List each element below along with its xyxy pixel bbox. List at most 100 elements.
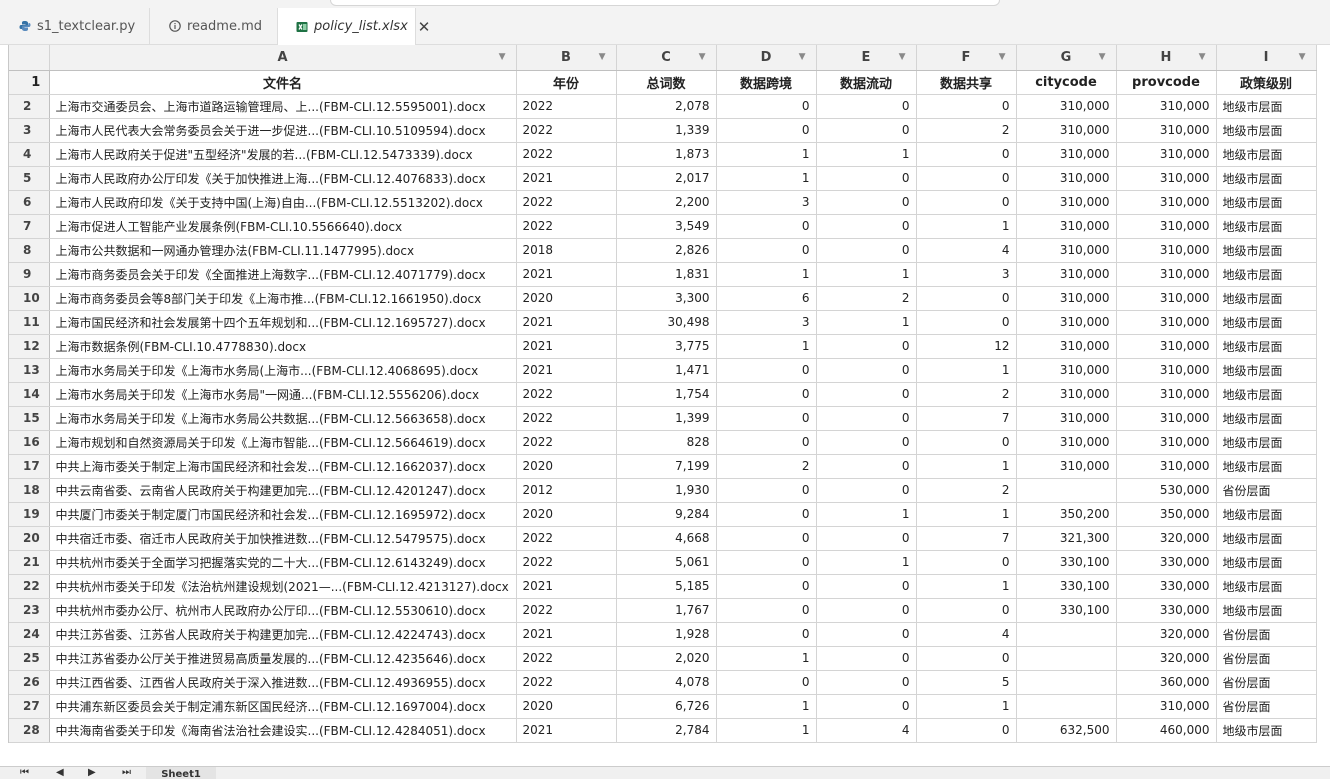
table-cell[interactable]: 地级市层面 bbox=[1216, 502, 1317, 527]
table-cell[interactable]: 2020 bbox=[516, 502, 617, 527]
table-cell[interactable]: 上海市水务局关于印发《上海市水务局"一网通...(FBM-CLI.12.5556… bbox=[49, 382, 517, 407]
table-cell[interactable]: 地级市层面 bbox=[1216, 358, 1317, 383]
table-cell[interactable]: 0 bbox=[816, 430, 917, 455]
select-all-corner[interactable] bbox=[9, 45, 50, 71]
table-cell[interactable]: 0 bbox=[716, 598, 817, 623]
table-cell[interactable]: 1 bbox=[716, 262, 817, 287]
table-cell[interactable]: 5 bbox=[916, 670, 1017, 695]
table-cell[interactable]: 2022 bbox=[516, 430, 617, 455]
table-cell[interactable]: 4,668 bbox=[616, 526, 717, 551]
table-cell[interactable]: 310,000 bbox=[1016, 214, 1117, 239]
table-cell[interactable]: 350,000 bbox=[1116, 502, 1217, 527]
table-cell[interactable]: 310,000 bbox=[1016, 454, 1117, 479]
table-cell[interactable]: 2,078 bbox=[616, 94, 717, 119]
header-cell[interactable]: 总词数 bbox=[616, 70, 717, 95]
table-cell[interactable]: 1,399 bbox=[616, 406, 717, 431]
table-cell[interactable]: 0 bbox=[816, 334, 917, 359]
table-cell[interactable]: 2 bbox=[916, 382, 1017, 407]
table-cell[interactable]: 中共厦门市委关于制定厦门市国民经济和社会发...(FBM-CLI.12.1695… bbox=[49, 502, 517, 527]
table-cell[interactable]: 4 bbox=[916, 622, 1017, 647]
column-header-b[interactable]: B ▼ bbox=[516, 45, 617, 71]
table-cell[interactable]: 330,000 bbox=[1116, 574, 1217, 599]
table-cell[interactable]: 1 bbox=[716, 142, 817, 167]
table-cell[interactable]: 上海市人民政府办公厅印发《关于加快推进上海...(FBM-CLI.12.4076… bbox=[49, 166, 517, 191]
table-cell[interactable]: 0 bbox=[716, 622, 817, 647]
table-cell[interactable]: 地级市层面 bbox=[1216, 406, 1317, 431]
filter-icon[interactable]: ▼ bbox=[1099, 52, 1106, 62]
table-cell[interactable]: 310,000 bbox=[1016, 358, 1117, 383]
table-cell[interactable]: 中共宿迁市委、宿迁市人民政府关于加快推进数...(FBM-CLI.12.5479… bbox=[49, 526, 517, 551]
table-cell[interactable]: 0 bbox=[716, 238, 817, 263]
table-cell[interactable]: 3 bbox=[716, 190, 817, 215]
table-cell[interactable]: 9,284 bbox=[616, 502, 717, 527]
table-cell[interactable]: 0 bbox=[916, 166, 1017, 191]
table-cell[interactable]: 310,000 bbox=[1016, 334, 1117, 359]
table-cell[interactable]: 地级市层面 bbox=[1216, 142, 1317, 167]
table-cell[interactable]: 2021 bbox=[516, 166, 617, 191]
table-cell[interactable]: 0 bbox=[916, 718, 1017, 743]
table-cell[interactable]: 310,000 bbox=[1016, 406, 1117, 431]
table-cell[interactable]: 上海市公共数据和一网通办管理办法(FBM-CLI.11.1477995).doc… bbox=[49, 238, 517, 263]
table-cell[interactable]: 0 bbox=[816, 238, 917, 263]
table-cell[interactable]: 828 bbox=[616, 430, 717, 455]
table-cell[interactable]: 320,000 bbox=[1116, 526, 1217, 551]
table-cell[interactable]: 310,000 bbox=[1016, 286, 1117, 311]
table-cell[interactable]: 310,000 bbox=[1116, 142, 1217, 167]
table-cell[interactable]: 中共杭州市委关于印发《法治杭州建设规划(2021—...(FBM-CLI.12.… bbox=[49, 574, 517, 599]
table-cell[interactable]: 2,200 bbox=[616, 190, 717, 215]
table-cell[interactable]: 3,775 bbox=[616, 334, 717, 359]
table-cell[interactable]: 0 bbox=[716, 214, 817, 239]
table-cell[interactable]: 310,000 bbox=[1116, 430, 1217, 455]
table-cell[interactable]: 0 bbox=[816, 166, 917, 191]
table-cell[interactable]: 0 bbox=[916, 550, 1017, 575]
table-cell[interactable]: 地级市层面 bbox=[1216, 550, 1317, 575]
table-cell[interactable]: 2020 bbox=[516, 286, 617, 311]
prev-sheet-icon[interactable]: ◀ bbox=[56, 767, 64, 778]
table-cell[interactable]: 310,000 bbox=[1016, 118, 1117, 143]
table-cell[interactable]: 2021 bbox=[516, 262, 617, 287]
header-cell[interactable]: 数据跨境 bbox=[716, 70, 817, 95]
table-cell[interactable]: 0 bbox=[916, 646, 1017, 671]
table-cell[interactable]: 320,000 bbox=[1116, 646, 1217, 671]
table-cell[interactable]: 地级市层面 bbox=[1216, 382, 1317, 407]
table-cell[interactable]: 0 bbox=[816, 406, 917, 431]
table-cell[interactable]: 上海市商务委员会关于印发《全面推进上海数字...(FBM-CLI.12.4071… bbox=[49, 262, 517, 287]
table-cell[interactable]: 310,000 bbox=[1116, 694, 1217, 719]
table-cell[interactable]: 2022 bbox=[516, 214, 617, 239]
table-cell[interactable]: 530,000 bbox=[1116, 478, 1217, 503]
next-sheet-icon[interactable]: ▶ bbox=[88, 767, 96, 778]
table-cell[interactable]: 2022 bbox=[516, 406, 617, 431]
table-cell[interactable]: 4,078 bbox=[616, 670, 717, 695]
table-cell[interactable]: 上海市国民经济和社会发展第十四个五年规划和...(FBM-CLI.12.1695… bbox=[49, 310, 517, 335]
table-cell[interactable]: 310,000 bbox=[1116, 358, 1217, 383]
table-cell[interactable]: 310,000 bbox=[1116, 334, 1217, 359]
row-header[interactable]: 1 bbox=[9, 70, 50, 95]
table-cell[interactable]: 310,000 bbox=[1016, 94, 1117, 119]
header-cell[interactable]: 年份 bbox=[516, 70, 617, 95]
table-cell[interactable]: 330,000 bbox=[1116, 550, 1217, 575]
table-cell[interactable]: 360,000 bbox=[1116, 670, 1217, 695]
table-cell[interactable]: 3 bbox=[916, 262, 1017, 287]
table-cell[interactable]: 1 bbox=[816, 550, 917, 575]
row-header[interactable]: 20 bbox=[9, 526, 50, 551]
column-header-h[interactable]: H ▼ bbox=[1116, 45, 1217, 71]
table-cell[interactable]: 1 bbox=[916, 694, 1017, 719]
table-cell[interactable]: 0 bbox=[916, 94, 1017, 119]
table-cell[interactable]: 0 bbox=[716, 430, 817, 455]
table-cell[interactable]: 1,873 bbox=[616, 142, 717, 167]
header-cell[interactable]: 文件名 bbox=[49, 70, 517, 95]
table-cell[interactable]: 2018 bbox=[516, 238, 617, 263]
table-cell[interactable]: 2022 bbox=[516, 190, 617, 215]
table-cell[interactable] bbox=[1016, 622, 1117, 647]
table-cell[interactable]: 地级市层面 bbox=[1216, 190, 1317, 215]
table-cell[interactable]: 1 bbox=[716, 166, 817, 191]
table-cell[interactable]: 2,017 bbox=[616, 166, 717, 191]
tab-s1-textclear[interactable]: s1_textclear.py bbox=[0, 8, 150, 44]
filter-icon[interactable]: ▼ bbox=[1199, 52, 1206, 62]
table-cell[interactable]: 460,000 bbox=[1116, 718, 1217, 743]
table-cell[interactable]: 地级市层面 bbox=[1216, 598, 1317, 623]
table-cell[interactable]: 2021 bbox=[516, 310, 617, 335]
table-cell[interactable]: 0 bbox=[816, 478, 917, 503]
table-cell[interactable]: 310,000 bbox=[1116, 238, 1217, 263]
table-cell[interactable]: 0 bbox=[816, 358, 917, 383]
